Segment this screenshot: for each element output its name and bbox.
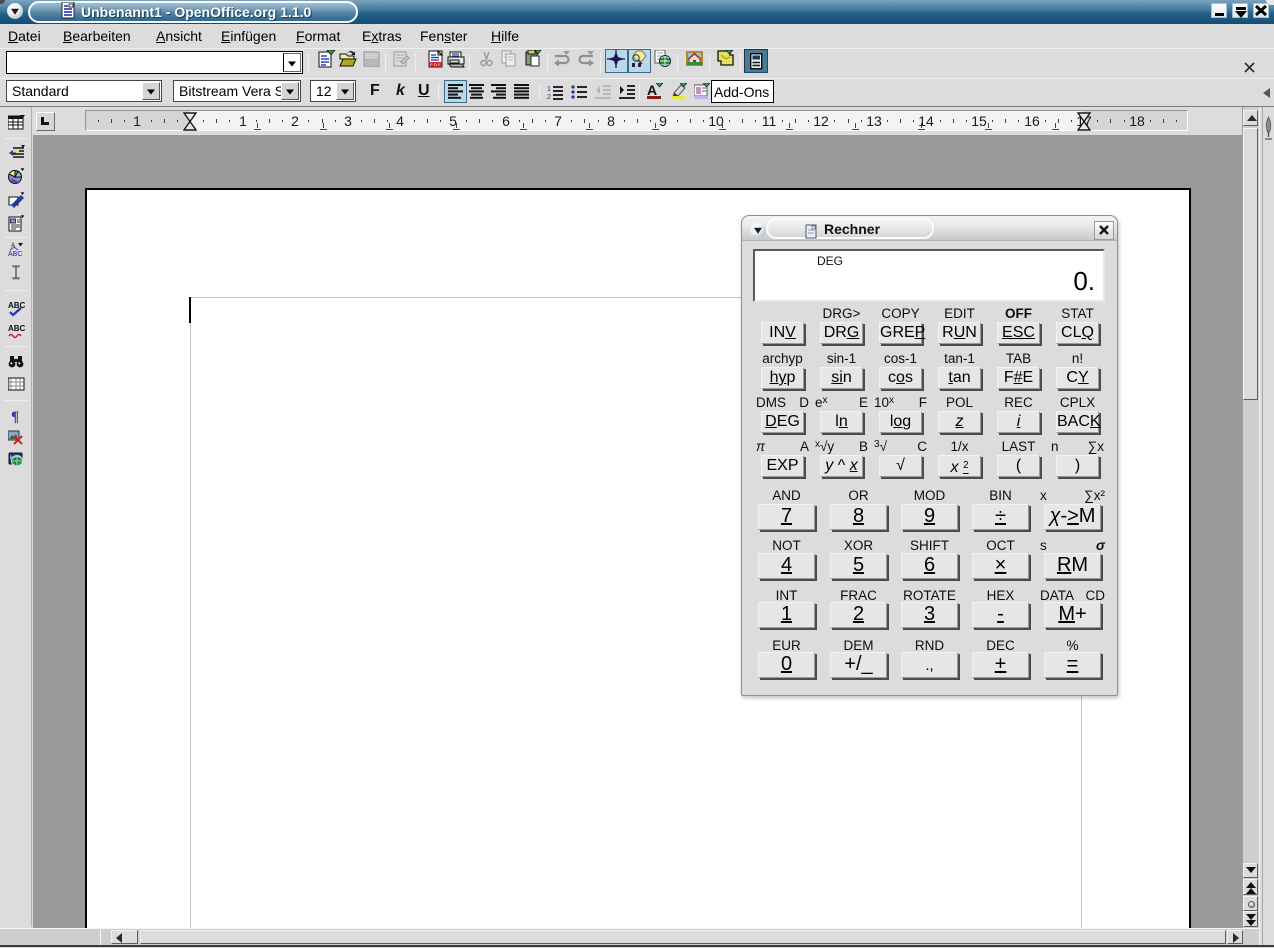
svg-text:A: A (647, 83, 657, 98)
svg-text:ABC: ABC (8, 301, 25, 310)
svg-text:1: 1 (547, 86, 551, 93)
svg-text:¶: ¶ (11, 409, 19, 424)
svg-text:P: P (430, 62, 433, 67)
svg-text:ABC: ABC (8, 251, 22, 258)
svg-text:D: D (434, 62, 437, 67)
svg-text:2: 2 (547, 94, 551, 100)
svg-text:ABC: ABC (8, 324, 25, 333)
